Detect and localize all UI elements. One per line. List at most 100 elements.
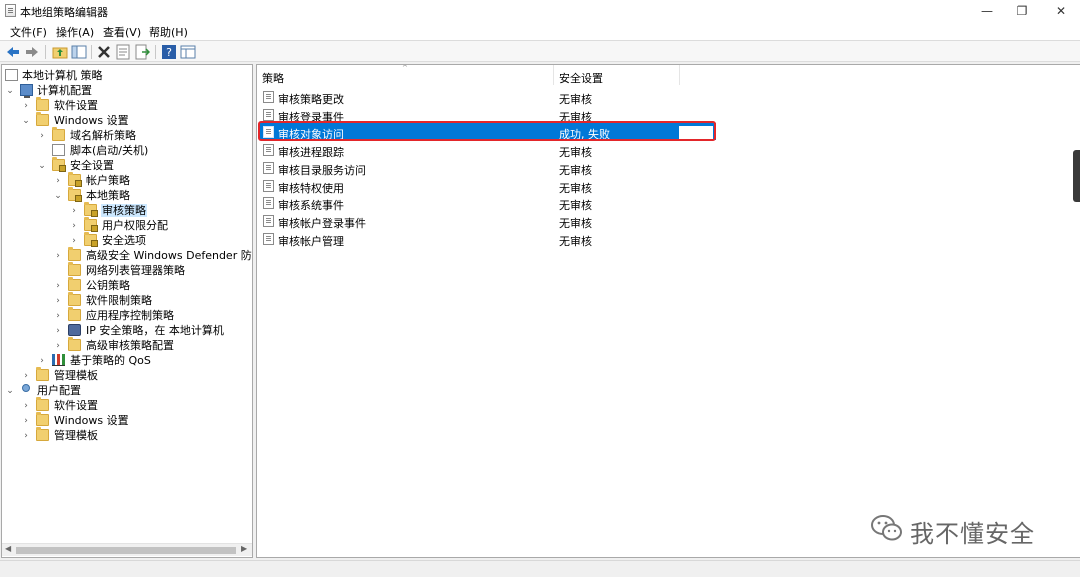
help-icon[interactable]: ? bbox=[161, 44, 177, 60]
tree-horizontal-scrollbar[interactable]: ◀ ▶ bbox=[2, 543, 252, 556]
tree-item-name-resolution-policy[interactable]: › 域名解析策略 bbox=[2, 127, 252, 143]
chevron-right-icon[interactable]: › bbox=[69, 218, 79, 233]
table-row[interactable]: 审核特权使用 无审核 bbox=[259, 177, 716, 195]
tree-item-account-policies[interactable]: › 帐户策略 bbox=[2, 172, 252, 188]
window-title: 本地组策略编辑器 bbox=[20, 6, 108, 19]
policy-item-icon bbox=[263, 162, 274, 174]
chevron-right-icon[interactable]: › bbox=[37, 353, 47, 368]
policy-item-icon bbox=[263, 91, 274, 103]
tree-item-label: 网络列表管理器策略 bbox=[86, 264, 185, 277]
policy-setting: 无审核 bbox=[559, 146, 592, 159]
folder-icon bbox=[36, 367, 49, 381]
view-icon[interactable] bbox=[180, 44, 196, 60]
tree-item-security-options[interactable]: › 安全选项 bbox=[2, 232, 252, 248]
tree-item-label: 本地计算机 策略 bbox=[22, 69, 103, 82]
chevron-right-icon[interactable]: › bbox=[53, 248, 63, 263]
tree-item-user-config[interactable]: ⌄ 用户配置 bbox=[2, 383, 252, 398]
chevron-down-icon[interactable]: ⌄ bbox=[5, 83, 15, 98]
folder-icon bbox=[36, 412, 49, 426]
chevron-right-icon[interactable]: › bbox=[21, 413, 31, 428]
tree-item-admin-templates[interactable]: › 管理模板 bbox=[2, 367, 252, 383]
chevron-right-icon[interactable]: › bbox=[53, 293, 63, 308]
tree-item-local-policies[interactable]: ⌄ 本地策略 bbox=[2, 187, 252, 203]
tree-item-label: IP 安全策略，在 本地计算机 bbox=[86, 324, 224, 337]
table-row[interactable]: 审核进程跟踪 无审核 bbox=[259, 141, 716, 159]
tree-item-user-windows-settings[interactable]: › Windows 设置 bbox=[2, 412, 252, 428]
side-panel-edge bbox=[1073, 150, 1080, 202]
tree-item-windows-settings[interactable]: ⌄ Windows 设置 bbox=[2, 112, 252, 128]
security-folder-icon bbox=[68, 187, 82, 202]
tree-item-advanced-audit[interactable]: › 高级审核策略配置 bbox=[2, 337, 252, 353]
policy-setting: 无审核 bbox=[559, 199, 592, 212]
tree-item-user-admin-templates[interactable]: › 管理模板 bbox=[2, 427, 252, 443]
policy-editor-app-icon bbox=[5, 4, 16, 17]
tree-item-audit-policy[interactable]: › 审核策略 bbox=[2, 202, 252, 218]
delete-icon[interactable] bbox=[96, 44, 112, 60]
tree-item-user-software-settings[interactable]: › 软件设置 bbox=[2, 397, 252, 413]
chevron-down-icon[interactable]: ⌄ bbox=[37, 158, 47, 173]
chevron-right-icon[interactable]: › bbox=[21, 428, 31, 443]
export-icon[interactable] bbox=[134, 44, 150, 60]
tree-item-label: 软件设置 bbox=[54, 399, 98, 412]
table-row[interactable]: 审核策略更改 无审核 bbox=[259, 88, 716, 106]
chevron-down-icon[interactable]: ⌄ bbox=[21, 113, 31, 128]
chevron-right-icon[interactable]: › bbox=[53, 278, 63, 293]
chevron-right-icon[interactable]: › bbox=[37, 128, 47, 143]
column-header-setting[interactable]: 安全设置 bbox=[554, 65, 680, 85]
folder-icon bbox=[36, 97, 49, 111]
tree-item-public-key-policies[interactable]: › 公钥策略 bbox=[2, 277, 252, 293]
chevron-right-icon[interactable]: › bbox=[69, 233, 79, 248]
chevron-right-icon[interactable]: › bbox=[53, 173, 63, 188]
tree-item-software-restriction[interactable]: › 软件限制策略 bbox=[2, 292, 252, 308]
tree-item-label: 用户配置 bbox=[37, 384, 81, 397]
up-folder-icon[interactable] bbox=[52, 44, 68, 60]
tree-item-scripts[interactable]: 脚本(启动/关机) bbox=[2, 143, 252, 158]
column-header-policy[interactable]: 策略 ^ bbox=[257, 65, 554, 85]
forward-icon[interactable] bbox=[24, 44, 40, 60]
table-row[interactable]: 审核帐户管理 无审核 bbox=[259, 230, 716, 248]
chevron-right-icon[interactable]: › bbox=[69, 203, 79, 218]
svg-text:?: ? bbox=[166, 46, 172, 59]
scrollbar-thumb[interactable] bbox=[16, 547, 236, 554]
tree-item-local-policy[interactable]: 本地计算机 策略 bbox=[2, 68, 252, 83]
scroll-left-icon[interactable]: ◀ bbox=[5, 544, 11, 553]
security-folder-icon bbox=[52, 157, 66, 172]
chevron-right-icon[interactable]: › bbox=[21, 398, 31, 413]
tree-item-label: 本地策略 bbox=[86, 189, 130, 202]
tree-item-app-control[interactable]: › 应用程序控制策略 bbox=[2, 307, 252, 323]
properties-icon[interactable] bbox=[115, 44, 131, 60]
table-row[interactable]: 审核目录服务访问 无审核 bbox=[259, 159, 716, 177]
tree-item-user-rights[interactable]: › 用户权限分配 bbox=[2, 217, 252, 233]
tree-item-security-settings[interactable]: ⌄ 安全设置 bbox=[2, 157, 252, 173]
chevron-right-icon[interactable]: › bbox=[53, 338, 63, 353]
menu-file[interactable]: 文件(F) bbox=[10, 24, 47, 40]
tree-item-label: Windows 设置 bbox=[54, 414, 129, 427]
tree-item-qos[interactable]: › 基于策略的 QoS bbox=[2, 353, 252, 368]
close-button[interactable]: ✕ bbox=[1038, 0, 1080, 22]
menu-help[interactable]: 帮助(H) bbox=[149, 24, 188, 40]
tree-item-defender-firewall[interactable]: › 高级安全 Windows Defender 防火墙 bbox=[2, 247, 252, 263]
policy-name: 审核进程跟踪 bbox=[278, 146, 344, 159]
chevron-right-icon[interactable]: › bbox=[53, 323, 63, 338]
chevron-down-icon[interactable]: ⌄ bbox=[53, 188, 63, 203]
policy-name: 审核目录服务访问 bbox=[278, 164, 366, 177]
chevron-right-icon[interactable]: › bbox=[21, 368, 31, 383]
table-row[interactable]: 审核帐户登录事件 无审核 bbox=[259, 212, 716, 230]
scroll-right-icon[interactable]: ▶ bbox=[241, 544, 247, 553]
show-hide-tree-icon[interactable] bbox=[71, 44, 87, 60]
tree-item-ip-security[interactable]: › IP 安全策略，在 本地计算机 bbox=[2, 323, 252, 338]
policy-item-icon bbox=[263, 215, 274, 227]
chevron-right-icon[interactable]: › bbox=[21, 98, 31, 113]
table-row[interactable]: 审核系统事件 无审核 bbox=[259, 194, 716, 212]
menu-action[interactable]: 操作(A) bbox=[56, 24, 94, 40]
group-policy-editor-window: 本地组策略编辑器 — ❐ ✕ 文件(F) 操作(A) 查看(V) 帮助(H) ?… bbox=[0, 0, 1080, 577]
chevron-down-icon[interactable]: ⌄ bbox=[5, 383, 15, 398]
chevron-right-icon[interactable]: › bbox=[53, 308, 63, 323]
toolbar: ? bbox=[0, 40, 1080, 62]
tree-item-network-list-manager[interactable]: 网络列表管理器策略 bbox=[2, 262, 252, 278]
back-icon[interactable] bbox=[5, 44, 21, 60]
menu-view[interactable]: 查看(V) bbox=[103, 24, 141, 40]
tree-item-label: 应用程序控制策略 bbox=[86, 309, 174, 322]
tree-item-computer-config[interactable]: ⌄ 计算机配置 bbox=[2, 83, 252, 98]
tree-item-software-settings[interactable]: › 软件设置 bbox=[2, 97, 252, 113]
